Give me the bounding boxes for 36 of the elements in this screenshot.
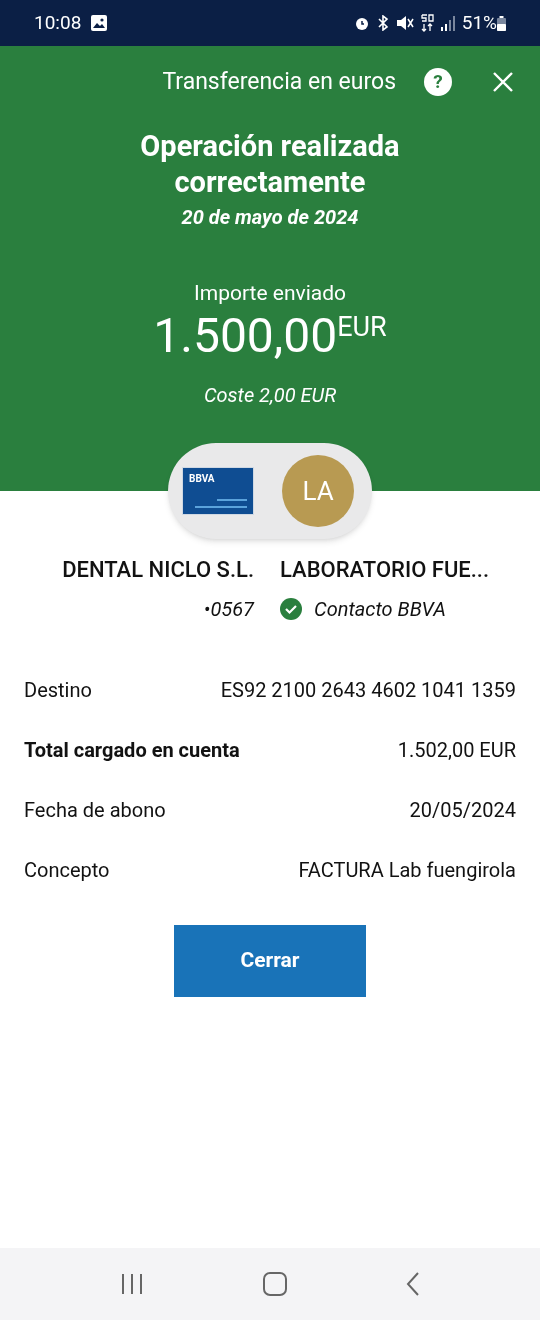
amount-label: Importe enviado (194, 280, 346, 307)
operation-date: 20 de mayo de 2024 (181, 204, 359, 231)
close-button[interactable]: Cerrar (174, 925, 366, 997)
recent-apps-icon[interactable] (119, 1273, 144, 1295)
battery-icon (497, 15, 506, 31)
bluetooth-icon (375, 15, 390, 31)
detail-label: Concepto (24, 857, 110, 884)
amount-value: 1.500,00 (153, 311, 338, 360)
detail-value: 1.502,00 EUR (397, 737, 516, 764)
origin-name: DENTAL NICLO S.L. (62, 556, 254, 584)
card-logo: BBVA (189, 474, 216, 484)
recipient-name: LABORATORIO FUE... (280, 556, 490, 584)
recipient-avatar: LA (282, 455, 354, 527)
status-time: 10:08 (34, 9, 82, 36)
detail-label: Destino (24, 677, 92, 704)
screen-title: Transferencia en euros (162, 66, 396, 97)
close-icon[interactable] (492, 71, 514, 93)
back-icon[interactable] (406, 1272, 421, 1296)
mute-icon (395, 15, 414, 31)
network-5g-icon (419, 14, 434, 32)
contact-label: Contacto BBVA (314, 596, 446, 623)
image-icon (91, 15, 108, 31)
detail-value: 20/05/2024 (409, 797, 516, 824)
help-button[interactable]: ? (424, 68, 452, 96)
home-icon[interactable] (263, 1272, 287, 1296)
detail-label: Fecha de abono (24, 797, 166, 824)
battery-percentage: 51% (461, 9, 497, 36)
detail-value: ES92 2100 2643 4602 1041 1359 (220, 677, 516, 704)
success-title: Operación realizada correctamente (139, 128, 401, 200)
detail-label: Total cargado en cuenta (24, 737, 240, 764)
origin-account: •0567 (203, 596, 254, 623)
amount-currency: EUR (337, 313, 387, 341)
cost-text: Coste 2,00 EUR (203, 381, 337, 409)
alarm-icon (353, 15, 370, 31)
signal-icon (439, 15, 456, 31)
detail-value: FACTURA Lab fuengirola (298, 857, 516, 884)
